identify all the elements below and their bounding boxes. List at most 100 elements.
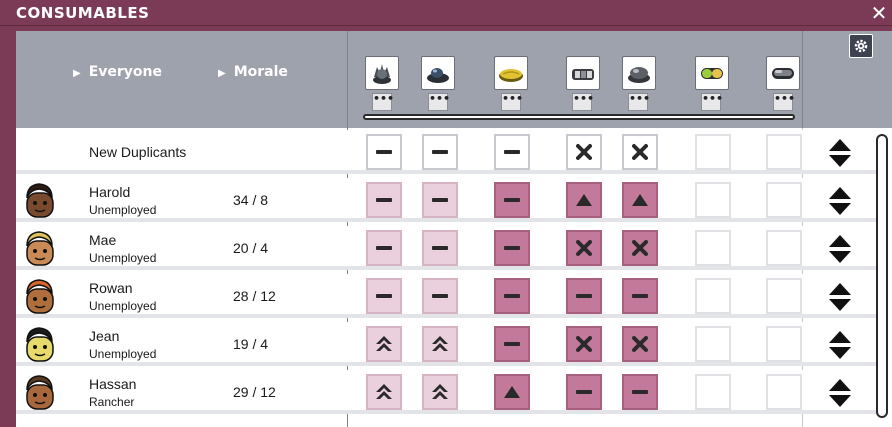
forbid-x-icon (632, 240, 648, 256)
reorder-button[interactable] (828, 282, 852, 312)
food-options-button[interactable]: ••• (501, 93, 523, 111)
settings-gear-button[interactable] (849, 34, 873, 58)
food-permission-toggle[interactable] (622, 182, 658, 218)
food-options-button[interactable]: ••• (628, 93, 650, 111)
food-column-header[interactable] (695, 56, 729, 90)
up-down-arrows-icon (829, 139, 851, 167)
reorder-button[interactable] (828, 330, 852, 360)
minus-icon (632, 390, 648, 394)
food-permission-toggle[interactable] (695, 134, 731, 170)
double-chevron-up-icon (432, 336, 448, 351)
food-permission-toggle[interactable] (695, 182, 731, 218)
duplicant-row: Mae Unemployed 20 / 4 (16, 226, 876, 270)
minus-icon (632, 294, 648, 298)
food-permission-toggle[interactable] (695, 374, 731, 410)
food-permission-toggle[interactable] (695, 230, 731, 266)
sort-everyone-label: Everyone (88, 64, 162, 80)
duplicant-avatar[interactable] (19, 372, 59, 412)
food-permission-toggle[interactable] (766, 134, 802, 170)
vertical-scrollbar[interactable] (876, 134, 888, 418)
food-permission-toggle[interactable] (566, 326, 602, 362)
food-permission-toggle[interactable] (494, 134, 530, 170)
minus-icon (376, 150, 392, 154)
horizontal-scrollbar[interactable] (363, 114, 795, 120)
forbid-x-icon (632, 336, 648, 352)
duplicant-role: Unemployed (89, 347, 157, 361)
triangle-up-icon (504, 386, 520, 398)
food-permission-toggle[interactable] (366, 374, 402, 410)
food-column-header[interactable] (766, 56, 800, 90)
food-permission-toggle[interactable] (494, 278, 530, 314)
food-options-button[interactable]: ••• (701, 93, 723, 111)
food-permission-toggle[interactable] (622, 374, 658, 410)
food-column-header[interactable] (494, 56, 528, 90)
food-options-button[interactable]: ••• (572, 93, 594, 111)
duplicant-name[interactable]: Harold (89, 184, 130, 200)
food-permission-toggle[interactable] (766, 230, 802, 266)
food-permission-toggle[interactable] (622, 230, 658, 266)
food-column-header[interactable] (421, 56, 455, 90)
food-permission-toggle[interactable] (766, 278, 802, 314)
duplicant-row: Jean Unemployed 19 / 4 (16, 322, 876, 366)
reorder-button[interactable] (828, 138, 852, 168)
duplicant-avatar[interactable] (19, 228, 59, 268)
food-permission-toggle[interactable] (366, 326, 402, 362)
food-permission-toggle[interactable] (422, 374, 458, 410)
duplicant-avatar[interactable] (19, 276, 59, 316)
food-permission-toggle[interactable] (494, 374, 530, 410)
duplicant-name[interactable]: Jean (89, 328, 119, 344)
minus-icon (376, 294, 392, 298)
food-permission-toggle[interactable] (422, 278, 458, 314)
reorder-button[interactable] (828, 186, 852, 216)
food-permission-toggle[interactable] (622, 278, 658, 314)
up-down-arrows-icon (829, 235, 851, 263)
food-options-button[interactable]: ••• (428, 93, 450, 111)
food-permission-toggle[interactable] (366, 134, 402, 170)
minus-icon (504, 198, 520, 202)
minus-icon (376, 246, 392, 250)
food-permission-toggle[interactable] (366, 230, 402, 266)
food-permission-toggle[interactable] (494, 230, 530, 266)
food-permission-toggle[interactable] (622, 134, 658, 170)
up-down-arrows-icon (829, 283, 851, 311)
food-permission-toggle[interactable] (566, 230, 602, 266)
food-permission-toggle[interactable] (566, 134, 602, 170)
duplicant-avatar[interactable] (19, 324, 59, 364)
duplicant-name[interactable]: Mae (89, 232, 116, 248)
food-permission-toggle[interactable] (566, 374, 602, 410)
duplicant-name[interactable]: Hassan (89, 376, 136, 392)
sort-morale-button[interactable]: ▶ Morale (218, 64, 288, 80)
food-permission-toggle[interactable] (695, 326, 731, 362)
double-chevron-up-icon (376, 384, 392, 399)
food-permission-toggle[interactable] (494, 326, 530, 362)
food-permission-toggle[interactable] (366, 278, 402, 314)
food-permission-toggle[interactable] (422, 182, 458, 218)
minus-icon (504, 342, 520, 346)
minus-icon (432, 246, 448, 250)
food-permission-toggle[interactable] (766, 182, 802, 218)
food-permission-toggle[interactable] (366, 182, 402, 218)
reorder-button[interactable] (828, 234, 852, 264)
triangle-up-icon (632, 194, 648, 206)
food-options-button[interactable]: ••• (773, 93, 795, 111)
food-column-header[interactable] (622, 56, 656, 90)
reorder-button[interactable] (828, 378, 852, 408)
food-options-button[interactable]: ••• (372, 93, 394, 111)
food-permission-toggle[interactable] (766, 326, 802, 362)
food-permission-toggle[interactable] (695, 278, 731, 314)
food-permission-toggle[interactable] (766, 374, 802, 410)
duplicant-role: Unemployed (89, 203, 157, 217)
food-permission-toggle[interactable] (422, 230, 458, 266)
food-permission-toggle[interactable] (422, 134, 458, 170)
sort-everyone-button[interactable]: ▶ Everyone (73, 64, 162, 80)
food-permission-toggle[interactable] (494, 182, 530, 218)
duplicant-name[interactable]: Rowan (89, 280, 133, 296)
food-column-header[interactable] (365, 56, 399, 90)
food-column-header[interactable] (566, 56, 600, 90)
food-permission-toggle[interactable] (422, 326, 458, 362)
food-permission-toggle[interactable] (566, 278, 602, 314)
food-permission-toggle[interactable] (622, 326, 658, 362)
food-permission-toggle[interactable] (566, 182, 602, 218)
duplicant-avatar[interactable] (19, 180, 59, 220)
close-button[interactable]: ✕ (868, 2, 890, 24)
